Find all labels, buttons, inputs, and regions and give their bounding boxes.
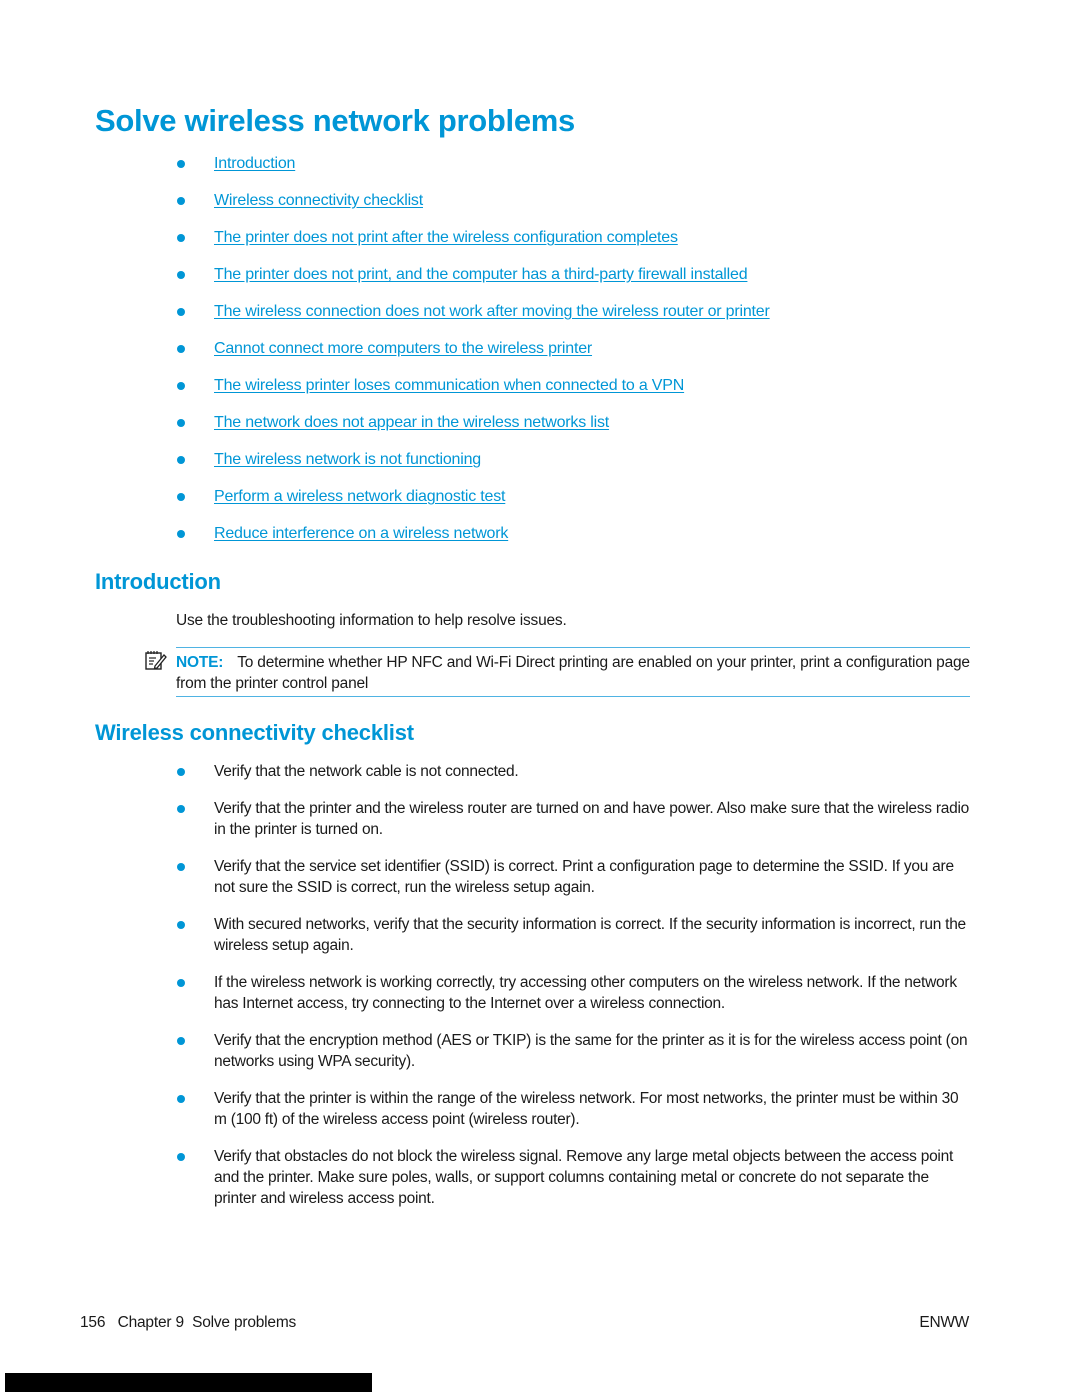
- note-body: To determine whether HP NFC and Wi-Fi Di…: [176, 654, 970, 692]
- toc-link-wireless-checklist[interactable]: Wireless connectivity checklist: [214, 189, 423, 213]
- note-label: NOTE:: [176, 654, 224, 671]
- toc-link-network-not-in-list[interactable]: The network does not appear in the wirel…: [214, 411, 609, 435]
- bullet-icon: [177, 1153, 185, 1161]
- checklist-item: With secured networks, verify that the s…: [175, 914, 975, 956]
- toc-item: The network does not appear in the wirel…: [175, 411, 975, 448]
- checklist-item-text: Verify that the printer and the wireless…: [214, 800, 970, 838]
- toc-link-no-print-after-config[interactable]: The printer does not print after the wir…: [214, 226, 678, 250]
- bullet-icon: [177, 271, 185, 279]
- bullet-icon: [177, 1037, 185, 1045]
- toc-link-firewall[interactable]: The printer does not print, and the comp…: [214, 263, 748, 287]
- connectivity-checklist: Verify that the network cable is not con…: [175, 761, 975, 1225]
- toc-link-moving-router[interactable]: The wireless connection does not work af…: [214, 300, 770, 324]
- page-number: 156: [80, 1314, 106, 1331]
- checklist-item-text: Verify that the printer is within the ra…: [214, 1090, 959, 1128]
- bullet-icon: [177, 382, 185, 390]
- toc-link-network-not-functioning[interactable]: The wireless network is not functioning: [214, 448, 481, 472]
- checklist-item: Verify that the network cable is not con…: [175, 761, 975, 782]
- toc-item: Introduction: [175, 152, 975, 189]
- bullet-icon: [177, 456, 185, 464]
- bullet-icon: [177, 768, 185, 776]
- checklist-item-text: Verify that the service set identifier (…: [214, 858, 954, 896]
- page-footer-locale: ENWW: [919, 1314, 969, 1331]
- checklist-item: Verify that the service set identifier (…: [175, 856, 975, 898]
- checklist-item: Verify that the printer is within the ra…: [175, 1088, 975, 1130]
- bullet-icon: [177, 160, 185, 168]
- table-of-contents: Introduction Wireless connectivity check…: [175, 152, 975, 559]
- toc-link-more-computers[interactable]: Cannot connect more computers to the wir…: [214, 337, 592, 361]
- bullet-icon: [177, 419, 185, 427]
- bullet-icon: [177, 493, 185, 501]
- toc-item: The wireless connection does not work af…: [175, 300, 975, 337]
- bullet-icon: [177, 921, 185, 929]
- checklist-item-text: Verify that the network cable is not con…: [214, 763, 519, 780]
- checklist-item-text: Verify that obstacles do not block the w…: [214, 1148, 954, 1207]
- checklist-item: Verify that obstacles do not block the w…: [175, 1146, 975, 1209]
- toc-item: The wireless network is not functioning: [175, 448, 975, 485]
- toc-link-introduction[interactable]: Introduction: [214, 152, 295, 176]
- note-pencil-icon: [145, 651, 167, 670]
- bullet-icon: [177, 1095, 185, 1103]
- toc-item: The wireless printer loses communication…: [175, 374, 975, 411]
- introduction-heading: Introduction: [95, 569, 221, 594]
- page-footer-left: 156 Chapter 9 Solve problems: [80, 1312, 296, 1333]
- toc-link-diagnostic-test[interactable]: Perform a wireless network diagnostic te…: [214, 485, 505, 509]
- redaction-bar: [5, 1373, 372, 1392]
- bullet-icon: [177, 308, 185, 316]
- bullet-icon: [177, 197, 185, 205]
- checklist-item-text: If the wireless network is working corre…: [214, 974, 957, 1012]
- toc-item: Wireless connectivity checklist: [175, 189, 975, 226]
- note-text: NOTE: To determine whether HP NFC and Wi-…: [176, 652, 970, 694]
- bullet-icon: [177, 979, 185, 987]
- checklist-item: If the wireless network is working corre…: [175, 972, 975, 1014]
- bullet-icon: [177, 805, 185, 813]
- bullet-icon: [177, 530, 185, 538]
- toc-link-vpn[interactable]: The wireless printer loses communication…: [214, 374, 684, 398]
- page-title: Solve wireless network problems: [95, 103, 575, 138]
- bullet-icon: [177, 863, 185, 871]
- toc-item: The printer does not print, and the comp…: [175, 263, 975, 300]
- note-box: NOTE: To determine whether HP NFC and Wi-…: [145, 647, 970, 697]
- checklist-heading: Wireless connectivity checklist: [95, 720, 414, 745]
- bullet-icon: [177, 345, 185, 353]
- introduction-body: Use the troubleshooting information to h…: [176, 612, 567, 629]
- toc-item: Cannot connect more computers to the wir…: [175, 337, 975, 374]
- bullet-icon: [177, 234, 185, 242]
- chapter-title: Chapter 9 Solve problems: [117, 1314, 297, 1331]
- toc-item: Perform a wireless network diagnostic te…: [175, 485, 975, 522]
- checklist-item-text: With secured networks, verify that the s…: [214, 916, 966, 954]
- checklist-item: Verify that the printer and the wireless…: [175, 798, 975, 840]
- checklist-item: Verify that the encryption method (AES o…: [175, 1030, 975, 1072]
- toc-item: Reduce interference on a wireless networ…: [175, 522, 975, 559]
- toc-item: The printer does not print after the wir…: [175, 226, 975, 263]
- toc-link-reduce-interference[interactable]: Reduce interference on a wireless networ…: [214, 522, 508, 546]
- checklist-item-text: Verify that the encryption method (AES o…: [214, 1032, 968, 1070]
